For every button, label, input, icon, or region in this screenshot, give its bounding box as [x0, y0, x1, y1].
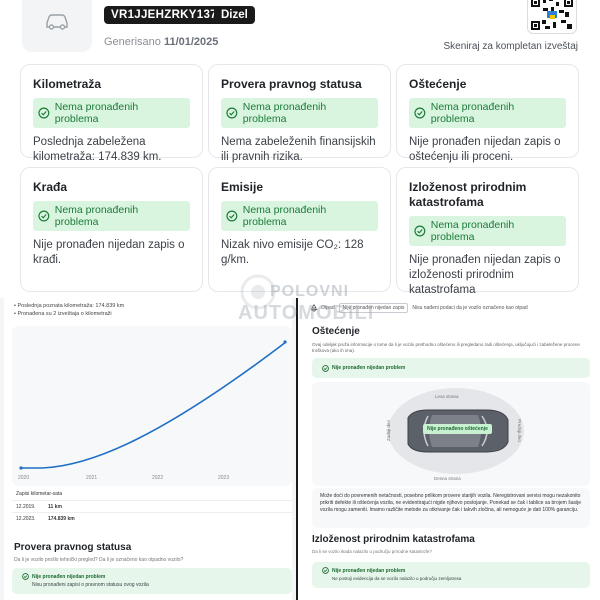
card-natural-disasters: Izloženost prirodnim katastrofama Nema p… [396, 167, 579, 296]
label-right-side: Desna strana [434, 476, 461, 481]
check-circle-icon [38, 107, 50, 119]
check-circle-icon [226, 210, 238, 222]
check-circle-icon [322, 364, 329, 372]
check-circle-icon [322, 567, 329, 574]
card-legal-status: Provera pravnog statusa Nema pronađenih … [208, 64, 391, 163]
car-damage-diagram: Leva strana Desna strana Zadnji deo Pred… [312, 382, 590, 486]
card-text: Nije pronađen nijedan zapis o krađi. [33, 239, 185, 266]
label-front: Prednji deo [516, 419, 522, 442]
label-left-side: Leva strana [435, 394, 459, 399]
card-title: Izloženost prirodnim katastrofama [409, 180, 527, 209]
card-text: Poslednja zabeležena kilometraža: 174.83… [33, 136, 162, 163]
card-title: Kilometraža [33, 77, 102, 91]
status-badge: Nema pronađenih problema [221, 201, 378, 231]
card-title: Emisije [221, 180, 264, 194]
watermark-text: AUTOMOBILI [238, 302, 375, 324]
fuel-badge: Dizel [214, 6, 255, 24]
check-circle-icon [38, 210, 50, 222]
report-summary: VR1JJEHZRKY137086 Dizel Generisano 11/01… [0, 0, 600, 298]
mileage-bullets: Poslednja poznata kilometraža: 174.839 k… [14, 302, 124, 318]
bullet-item: Poslednja poznata kilometraža: 174.839 k… [14, 302, 124, 310]
card-title: Provera pravnog statusa [221, 77, 362, 91]
card-damage: Oštećenje Nema pronađenih problema Nije … [396, 64, 579, 163]
status-badge: Nema pronađenih problema [221, 98, 378, 128]
mileage-history-panel: Poslednja poznata kilometraža: 174.839 k… [0, 298, 296, 600]
damage-ok: Nije pronađen nijedan problem [312, 358, 590, 378]
car-icon [46, 14, 68, 30]
status-badge: Nema pronađenih problema [409, 98, 566, 128]
odometer-table: Zapisi kilometar-sata 12.2019. 11 km 12.… [12, 488, 292, 530]
mileage-chart: 2020 2021 2022 2023 [12, 326, 292, 486]
x-tick: 2023 [218, 475, 229, 481]
car-thumbnail [22, 0, 92, 52]
card-theft: Krađa Nema pronađenih problema Nije pron… [20, 167, 203, 292]
generated-date: Generisano 11/01/2025 [104, 36, 219, 48]
mileage-point-end [283, 340, 287, 344]
check-circle-icon [414, 107, 426, 119]
card-mileage: Kilometraža Nema pronađenih problema Pos… [20, 64, 203, 163]
qr-code[interactable] [527, 0, 577, 34]
damage-title: Oštećenje [312, 326, 360, 337]
status-badge: Nema pronađenih problema [33, 98, 190, 128]
mileage-line [20, 341, 287, 469]
x-tick: 2020 [18, 475, 29, 481]
disaster-ok: Nije pronađen nijedan problem Ne postoji… [312, 562, 590, 588]
table-header: Zapisi kilometar-sata [16, 491, 63, 497]
no-damage-label: Nije pronađeno oštećenje [423, 424, 492, 434]
qr-code-icon [531, 0, 573, 30]
card-text: Nizak nivo emisije CO₂: 128 g/km. [221, 239, 364, 266]
mileage-chart-svg: 2020 2021 2022 2023 [18, 340, 287, 481]
mileage-history-content: Poslednja poznata kilometraža: 174.839 k… [4, 298, 292, 600]
table-row: 12.2019. 11 km [12, 500, 292, 512]
x-tick: 2021 [86, 475, 97, 481]
check-circle-icon [22, 573, 29, 580]
card-title: Krađa [33, 180, 68, 194]
card-text: Nije pronađen nijedan zapis o izloženost… [409, 254, 561, 296]
check-circle-icon [414, 225, 426, 237]
legal-status-ok: Nije pronađen nijedan problem Nisu prona… [12, 568, 292, 594]
table-row: 12.2023. 174.839 km [12, 512, 292, 524]
card-emissions: Emisije Nema pronađenih problema Nizak n… [208, 167, 391, 292]
card-text: Nema zabeleženih finansijskih ili pravni… [221, 136, 376, 163]
disaster-title: Izloženost prirodnim katastrofama [312, 534, 475, 545]
label-rear: Zadnji deo [386, 419, 392, 442]
check-circle-icon [226, 107, 238, 119]
watermark-text: POLOVNI [270, 283, 350, 300]
mileage-point-start [19, 466, 23, 470]
status-badge: Nema pronađenih problema [33, 201, 190, 231]
disaster-question: Da li se vozilo ikada nalazilo u područj… [312, 549, 432, 554]
bullet-item: Pronađena su 2 izveštaja o kilometraži [14, 310, 124, 318]
card-text: Nije pronađen nijedan zapis o oštećenju … [409, 136, 561, 163]
disclaimer-note: Može doći do povremenih netačnosti, pose… [312, 488, 590, 528]
section-title: Provera pravnog statusa [14, 542, 132, 553]
damage-detail-panel: Otpad Nije pronađen nijedan zapis Nisu n… [296, 298, 600, 600]
section-question: Da li je vozilo prošlo tehnički pregled?… [14, 557, 184, 563]
qr-hint: Skeniraj za kompletan izveštaj [443, 41, 578, 52]
card-title: Oštećenje [409, 77, 467, 91]
damage-description: Ovaj odeljak pruža informacije o tome da… [312, 342, 580, 353]
status-badge: Nema pronađenih problema [409, 216, 566, 246]
x-tick: 2022 [152, 475, 163, 481]
